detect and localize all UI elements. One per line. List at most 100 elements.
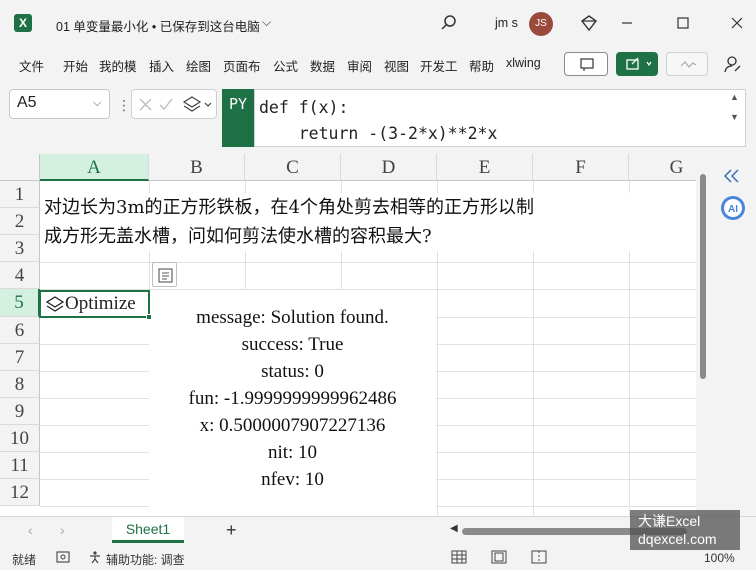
row-header-3[interactable]: 3 (0, 235, 40, 262)
watermark-line-1: 大谦Excel (638, 513, 701, 529)
scroll-left-icon[interactable]: ◀ (450, 523, 458, 534)
status-ready: 就绪 (12, 553, 37, 567)
present-icon (680, 61, 697, 68)
result-nit: nit: 10 (267, 442, 318, 463)
enter-icon[interactable] (159, 98, 173, 110)
accessibility-status[interactable]: 辅助功能: 调查 (106, 551, 185, 568)
problem-line-1: 对边长为3m的正方形铁板，在4个角处剪去相等的正方形以制 (44, 197, 534, 218)
problem-text-cell[interactable]: 对边长为3m的正方形铁板，在4个角处剪去相等的正方形以制 成方形无盖水槽，问如何… (44, 193, 684, 251)
cancel-icon[interactable] (139, 98, 152, 111)
share-button[interactable] (616, 52, 658, 76)
tab-xlwings[interactable]: xlwing (506, 56, 541, 70)
row-header-1[interactable]: 1 (0, 181, 40, 208)
column-header-a[interactable]: A (40, 154, 149, 181)
python-output-menu-button[interactable] (152, 262, 177, 287)
title-bar: X 01 单变量最小化 • 已保存到这台电脑 ⌵ jm s JS (0, 0, 756, 46)
ai-icon[interactable]: AI (719, 194, 747, 222)
avatar[interactable]: JS (529, 12, 553, 36)
column-header-g[interactable]: G (629, 154, 696, 181)
zoom-level[interactable]: 100% (704, 551, 735, 565)
watermark-line-2: dqexcel.com (638, 531, 717, 547)
chevron-down-icon[interactable]: ⌵ (262, 15, 271, 30)
minimize-icon[interactable] (616, 12, 638, 34)
tab-file[interactable]: 文件 (19, 56, 44, 75)
layers-icon (46, 296, 64, 312)
svg-text:AI: AI (728, 204, 738, 215)
add-sheet-button[interactable]: + (226, 520, 237, 541)
result-nfev: nfev: 10 (261, 469, 324, 490)
normal-view-icon[interactable] (451, 550, 467, 564)
accessibility-icon[interactable] (88, 550, 102, 564)
column-header-f[interactable]: F (533, 154, 629, 181)
tab-formulas[interactable]: 公式 (273, 56, 298, 75)
tab-view[interactable]: 视图 (384, 56, 409, 75)
row-header-4[interactable]: 4 (0, 262, 40, 289)
page-layout-icon[interactable] (491, 550, 507, 564)
row-header-12[interactable]: 12 (0, 479, 40, 506)
row-header-8[interactable]: 8 (0, 371, 40, 398)
tab-insert[interactable]: 插入 (149, 56, 174, 75)
row-header-6[interactable]: 6 (0, 317, 40, 344)
active-cell-value: Optimize (65, 293, 136, 314)
row-header-7[interactable]: 7 (0, 344, 40, 371)
select-all-corner[interactable] (0, 154, 40, 181)
row-header-9[interactable]: 9 (0, 398, 40, 425)
page-break-icon[interactable] (531, 550, 547, 564)
row-header-5[interactable]: 5 (0, 289, 40, 317)
side-pane: AI (710, 154, 756, 516)
excel-logo-icon: X (14, 14, 32, 32)
vertical-scroll-thumb[interactable] (700, 174, 706, 379)
result-fun: fun: -1.9999999999962486 (188, 388, 397, 409)
person-icon[interactable] (722, 54, 742, 74)
maximize-icon[interactable] (672, 12, 694, 34)
active-cell-a5[interactable]: Optimize (39, 290, 150, 318)
tab-draw[interactable]: 绘图 (186, 56, 211, 75)
tab-my-templates[interactable]: 我的模 (99, 56, 137, 75)
column-header-e[interactable]: E (437, 154, 533, 181)
sheet-tab-sheet1[interactable]: Sheet1 (112, 517, 184, 543)
tab-help[interactable]: 帮助 (469, 56, 494, 75)
present-button[interactable] (666, 52, 708, 76)
vertical-scrollbar[interactable] (696, 154, 710, 516)
row-header-2[interactable]: 2 (0, 208, 40, 235)
worksheet-grid[interactable]: A B C D E F G 1 2 3 4 5 6 7 8 9 10 11 12… (0, 154, 696, 516)
column-header-c[interactable]: C (245, 154, 341, 181)
result-success: success: True (241, 334, 344, 355)
optimize-result-card: message: Solution found. success: True s… (149, 290, 436, 516)
card-icon (158, 268, 173, 283)
formula-scroll-arrows[interactable]: ▲ ▼ (730, 92, 739, 122)
chevron-down-icon[interactable]: ⌵ (93, 97, 101, 110)
comments-button[interactable] (564, 52, 608, 76)
row-header-11[interactable]: 11 (0, 452, 40, 479)
fill-handle[interactable] (146, 314, 152, 320)
tab-page-layout[interactable]: 页面布 (223, 56, 261, 75)
column-header-b[interactable]: B (149, 154, 245, 181)
user-name[interactable]: jm s (495, 16, 518, 30)
collapse-icon[interactable] (722, 168, 742, 184)
search-icon[interactable] (440, 14, 458, 32)
chevron-down-icon[interactable] (204, 102, 212, 107)
more-icon[interactable]: ⋮ (117, 97, 131, 114)
problem-line-2: 成方形无盖水槽，问如何剪法使水槽的容积最大? (44, 226, 432, 247)
column-header-d[interactable]: D (341, 154, 437, 181)
formula-editor[interactable]: def f(x): return -(3-2*x)**2*x (254, 89, 746, 147)
comment-icon (580, 58, 594, 71)
tab-developer[interactable]: 开发工 (420, 56, 458, 75)
next-sheet-icon[interactable]: › (60, 522, 65, 538)
macro-icon[interactable] (56, 550, 70, 564)
diamond-icon[interactable] (580, 14, 598, 32)
document-title[interactable]: 01 单变量最小化 • 已保存到这台电脑 (56, 16, 260, 35)
python-badge: PY (222, 89, 254, 147)
close-icon[interactable] (726, 12, 748, 34)
row-header-10[interactable]: 10 (0, 425, 40, 452)
tab-review[interactable]: 审阅 (347, 56, 372, 75)
watermark: 大谦Excel dqexcel.com (630, 510, 740, 550)
tab-data[interactable]: 数据 (310, 56, 335, 75)
result-message: message: Solution found. (196, 307, 389, 328)
prev-sheet-icon[interactable]: ‹ (28, 522, 33, 538)
share-icon (626, 57, 652, 70)
layers-icon[interactable] (182, 96, 202, 112)
tab-home[interactable]: 开始 (63, 56, 88, 75)
result-status: status: 0 (261, 361, 324, 382)
result-x: x: 0.5000007907227136 (199, 415, 386, 436)
